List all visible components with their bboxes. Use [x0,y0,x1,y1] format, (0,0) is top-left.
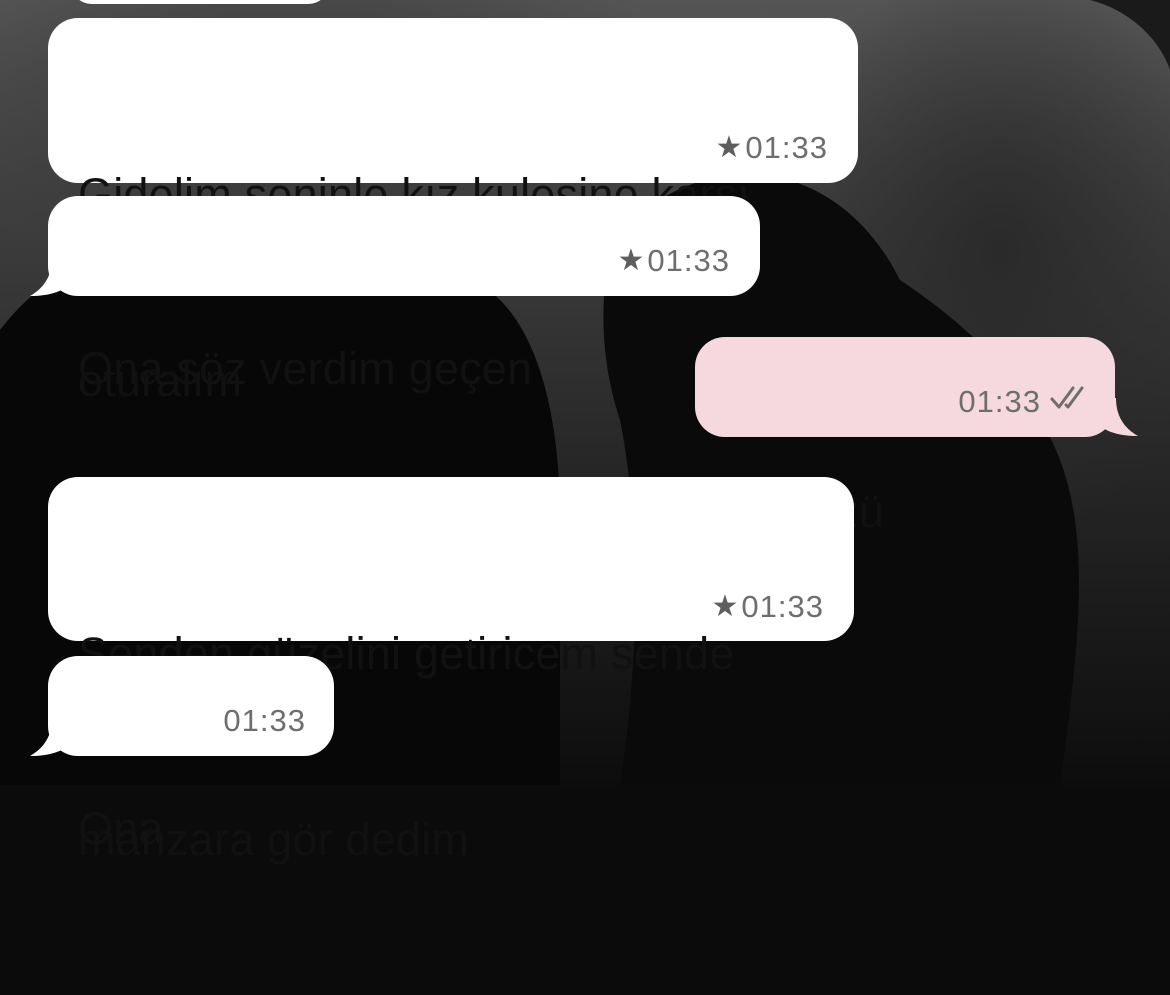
message-bubble-incoming[interactable]: Senden güzelini getiricem sende manzara … [48,477,854,865]
message-time: 01:33 [223,703,306,738]
message-time: 01:33 [745,130,828,165]
star-icon: ★ [715,131,744,164]
message-text: Ona [78,803,164,854]
message-meta: 01:33 [223,704,306,738]
message-time: 01:33 [741,589,824,624]
message-time: 01:33 [647,243,730,278]
message-time: 01:33 [958,384,1041,419]
message-bubble-outgoing[interactable]: ne sözü 01:33 [695,337,1115,537]
message-meta: ★01:33 [712,590,824,625]
bubble-tail [30,718,70,756]
bubble-tail [1098,398,1138,436]
message-bubble-incoming[interactable]: Ona söz verdim geçen ★01:33 [48,196,760,394]
message-meta: 01:33 [958,385,1091,421]
star-icon: ★ [617,244,646,277]
partial-message-bubble [70,0,330,4]
message-meta: ★01:33 [716,131,828,166]
bubble-tail [30,258,70,296]
message-bubble-incoming[interactable]: Ona 01:33 [48,656,334,854]
message-bubble-incoming[interactable]: Gidelim seninle kız kulesine karşı otura… [48,18,858,406]
star-icon: ★ [711,590,740,623]
double-check-icon [1049,384,1091,418]
message-meta: ★01:33 [618,244,730,279]
